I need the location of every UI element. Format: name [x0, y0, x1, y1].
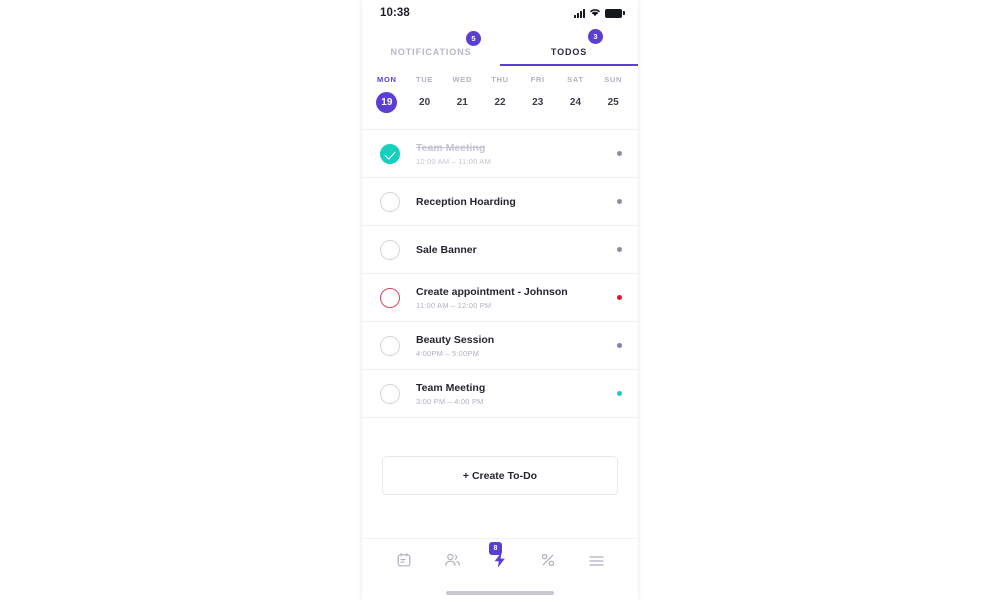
day-column-mon[interactable]: MON 19: [368, 75, 406, 129]
percent-icon: [540, 552, 556, 573]
week-strip: MON 19 TUE 20 WED 21 THU 22 FRI 23 SAT 2…: [362, 66, 638, 130]
day-label: TUE: [416, 75, 434, 84]
task-title: Create appointment - Johnson: [416, 285, 568, 298]
screenshot-canvas: 10:38 NOTIFICATIONS 5 TODOS 3 MON 19 TUE…: [0, 0, 1000, 600]
task-time: 4:00PM – 5:00PM: [416, 348, 480, 358]
tab-notifications-badge: 5: [466, 31, 481, 46]
task-title: Sale Banner: [416, 243, 477, 256]
day-column-wed[interactable]: WED 21: [443, 75, 481, 129]
nav-item-activity[interactable]: 8: [476, 542, 524, 574]
signal-bars-icon: [574, 8, 585, 18]
battery-icon: [605, 8, 625, 18]
task-text: Team Meeting 10:00 AM – 11:00 AM: [400, 142, 617, 166]
nav-item-calendar[interactable]: [380, 552, 428, 573]
tab-bar: NOTIFICATIONS 5 TODOS 3: [362, 26, 638, 66]
day-number: 24: [569, 97, 582, 108]
table-row[interactable]: Team Meeting 10:00 AM – 11:00 AM: [362, 130, 638, 178]
day-column-thu[interactable]: THU 22: [481, 75, 519, 129]
hamburger-menu-icon: [588, 553, 605, 572]
home-indicator[interactable]: [446, 591, 554, 595]
day-number: 21: [456, 97, 468, 108]
task-title: Team Meeting: [416, 381, 486, 394]
task-time: 10:00 AM – 11:00 AM: [416, 156, 491, 166]
day-column-fri[interactable]: FRI 23: [519, 75, 557, 129]
wifi-icon: [589, 4, 601, 22]
status-bar-time: 10:38: [380, 7, 410, 19]
bottom-navigation-bar: 8: [362, 538, 638, 586]
task-title: Reception Hoarding: [416, 195, 516, 208]
tab-notifications-label: NOTIFICATIONS: [390, 47, 472, 57]
task-title: Team Meeting: [416, 141, 486, 154]
day-label: SAT: [567, 75, 584, 84]
task-checkbox[interactable]: [380, 335, 400, 356]
day-number: 23: [532, 97, 544, 108]
task-text: Sale Banner: [400, 244, 617, 256]
day-label: SUN: [604, 75, 623, 84]
tab-active-underline: [500, 64, 638, 66]
people-icon: [444, 552, 461, 573]
task-title: Beauty Session: [416, 333, 495, 346]
status-bar: 10:38: [362, 0, 638, 26]
nav-item-contacts[interactable]: [428, 552, 476, 573]
task-time: 3:00 PM – 4:00 PM: [416, 396, 484, 406]
day-number: 22: [494, 97, 506, 108]
task-priority-dot: [617, 151, 622, 156]
todo-list: Team Meeting 10:00 AM – 11:00 AM Recepti…: [362, 130, 638, 418]
create-todo-area: + Create To-Do: [362, 418, 638, 538]
task-priority-dot: [617, 295, 622, 300]
nav-item-offers[interactable]: [524, 552, 572, 573]
day-column-sat[interactable]: SAT 24: [557, 75, 595, 129]
create-todo-button[interactable]: + Create To-Do: [382, 456, 618, 495]
task-priority-dot: [617, 199, 622, 204]
home-indicator-area: [362, 586, 638, 600]
table-row[interactable]: Beauty Session 4:00PM – 5:00PM: [362, 322, 638, 370]
task-text: Beauty Session 4:00PM – 5:00PM: [400, 334, 617, 358]
task-time: 11:00 AM – 12:00 PM: [416, 300, 492, 310]
task-priority-dot: [617, 247, 622, 252]
nav-item-menu[interactable]: [572, 553, 620, 572]
table-row[interactable]: Create appointment - Johnson 11:00 AM – …: [362, 274, 638, 322]
day-label: FRI: [530, 75, 545, 84]
task-checkbox[interactable]: [380, 287, 400, 308]
task-checkbox[interactable]: [380, 239, 400, 260]
table-row[interactable]: Team Meeting 3:00 PM – 4:00 PM: [362, 370, 638, 418]
task-text: Create appointment - Johnson 11:00 AM – …: [400, 286, 617, 310]
task-text: Reception Hoarding: [400, 196, 617, 208]
day-column-sun[interactable]: SUN 25: [594, 75, 632, 129]
day-label: THU: [491, 75, 509, 84]
task-checkbox[interactable]: [380, 191, 400, 212]
nav-activity-badge: 8: [489, 542, 502, 555]
status-bar-icons: [574, 4, 625, 22]
day-number: 20: [419, 97, 431, 108]
calendar-note-icon: [396, 552, 412, 573]
day-column-tue[interactable]: TUE 20: [406, 75, 444, 129]
phone-screen: 10:38 NOTIFICATIONS 5 TODOS 3 MON 19 TUE…: [362, 0, 638, 600]
table-row[interactable]: Sale Banner: [362, 226, 638, 274]
day-label: WED: [452, 75, 473, 84]
task-checkbox[interactable]: [380, 383, 400, 404]
task-checkbox[interactable]: [380, 143, 400, 164]
tab-todos-badge: 3: [588, 29, 603, 44]
table-row[interactable]: Reception Hoarding: [362, 178, 638, 226]
task-priority-dot: [617, 343, 622, 348]
day-label: MON: [377, 75, 397, 84]
tab-todos-label: TODOS: [550, 47, 588, 57]
tab-notifications[interactable]: NOTIFICATIONS 5: [362, 26, 500, 66]
day-number: 19: [376, 92, 398, 113]
day-number: 25: [607, 97, 619, 108]
task-text: Team Meeting 3:00 PM – 4:00 PM: [400, 382, 617, 406]
tab-todos[interactable]: TODOS 3: [500, 26, 638, 66]
task-priority-dot: [617, 391, 622, 396]
